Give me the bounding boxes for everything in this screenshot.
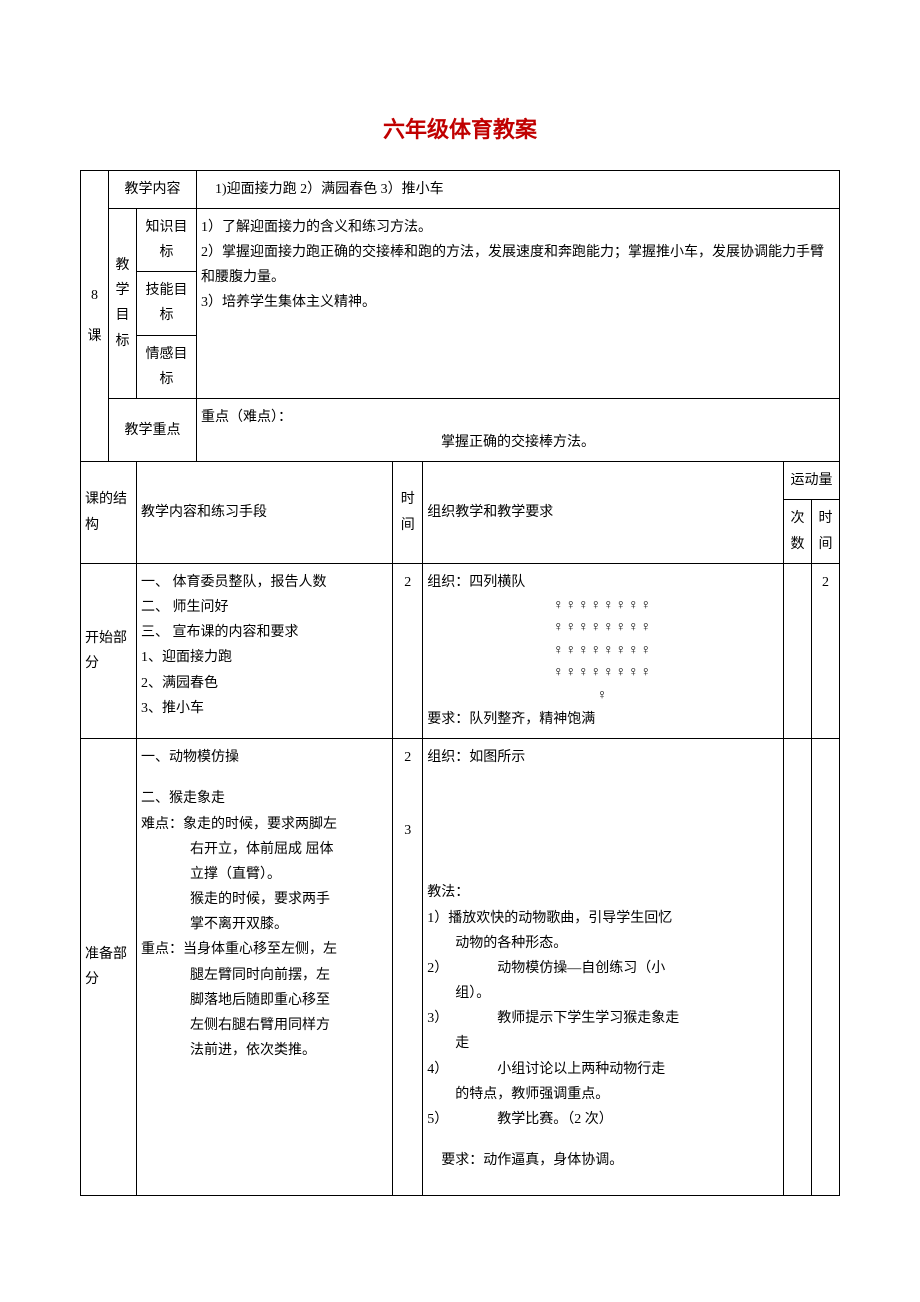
part2-org: 组织：如图所示 教法： 1）播放欢快的动物歌曲，引导学生回忆 动物的各种形态。 …: [423, 739, 784, 1196]
obj-label: 教学目标: [109, 208, 137, 398]
part1-name: 开始部分: [81, 563, 137, 738]
col-load: 运动量: [784, 462, 840, 500]
part2-content: 一、动物模仿操 二、猴走象走 难点：象走的时候，要求两脚左 右开立，体前屈成 屈…: [137, 739, 393, 1196]
key-text: 重点（难点）： 掌握正确的交接棒方法。: [197, 398, 840, 461]
part2-reps: [784, 739, 812, 1196]
content-text: 1)迎面接力跑 2）满园春色 3）推小车: [197, 170, 840, 208]
part2-time: 2 3: [393, 739, 423, 1196]
objectives-text: 1）了解迎面接力的含义和练习方法。 2）掌握迎面接力跑正确的交接棒和跑的方法，发…: [197, 208, 840, 398]
obj3-label: 情感目标: [137, 335, 197, 398]
part1-time: 2: [393, 563, 423, 738]
col-org: 组织教学和教学要求: [423, 462, 784, 564]
part2-name: 准备部分: [81, 739, 137, 1196]
part2-loadtime: [812, 739, 840, 1196]
content-label: 教学内容: [109, 170, 197, 208]
part1-org: 组织：四列横队 ♀♀♀♀♀♀♀♀ ♀♀♀♀♀♀♀♀ ♀♀♀♀♀♀♀♀ ♀♀♀♀♀…: [423, 563, 784, 738]
part1-reps: [784, 563, 812, 738]
obj2-label: 技能目标: [137, 272, 197, 335]
col-reps: 次数: [784, 500, 812, 563]
page-title: 六年级体育教案: [80, 110, 840, 150]
col-content: 教学内容和练习手段: [137, 462, 393, 564]
obj1-label: 知识目标: [137, 208, 197, 271]
key-label: 教学重点: [109, 398, 197, 461]
col-structure: 课的结构: [81, 462, 137, 564]
col-time: 时间: [393, 462, 423, 564]
col-duration: 时间: [812, 500, 840, 563]
lesson-number: 8 课: [81, 170, 109, 462]
lesson-plan-table: 8 课 教学内容 1)迎面接力跑 2）满园春色 3）推小车 教学目标 知识目标 …: [80, 170, 840, 1197]
part1-content: 一、 体育委员整队，报告人数 二、 师生问好 三、 宣布课的内容和要求 1、迎面…: [137, 563, 393, 738]
part1-loadtime: 2: [812, 563, 840, 738]
